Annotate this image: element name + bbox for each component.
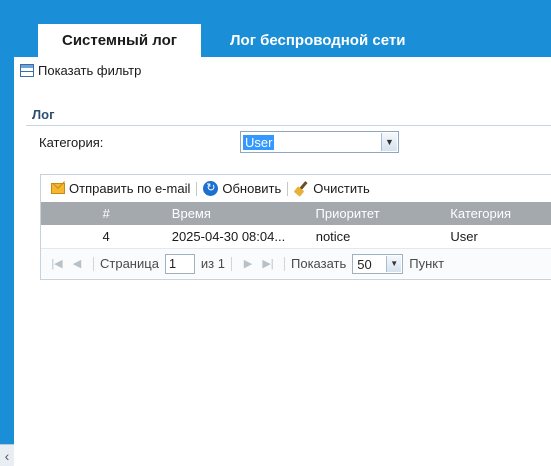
category-select[interactable]: User ▼	[240, 131, 399, 153]
pager-separator	[284, 256, 285, 271]
chevron-down-icon[interactable]: ▼	[386, 255, 402, 272]
prev-page-icon[interactable]: ◀	[67, 257, 87, 270]
pagination-bar: |◀ ◀ Страница из 1 ▶ ▶| Показать 50 ▼ Пу…	[41, 249, 551, 278]
show-filter-button[interactable]: Показать фильтр	[20, 61, 141, 79]
refresh-label: Обновить	[222, 181, 282, 196]
show-label: Показать	[291, 256, 347, 271]
send-email-label: Отправить по e-mail	[69, 181, 191, 196]
section-title: Лог	[32, 107, 55, 122]
table-row[interactable]: 4 2025-04-30 08:04... notice User	[41, 225, 551, 249]
category-selected-value: User	[243, 134, 275, 150]
clear-button[interactable]: Очистить	[290, 181, 374, 196]
unit-label: Пункт	[409, 256, 445, 271]
cell-time: 2025-04-30 08:04...	[171, 229, 286, 244]
mail-icon	[51, 183, 65, 194]
grid-toolbar: Отправить по e-mail ↻ Обновить Очистить	[41, 175, 551, 202]
column-header-category[interactable]: Категория	[394, 206, 551, 221]
chevron-down-icon[interactable]: ▼	[381, 133, 397, 151]
send-email-button[interactable]: Отправить по e-mail	[47, 181, 194, 196]
first-page-icon[interactable]: |◀	[47, 257, 67, 270]
cell-number: 4	[102, 229, 110, 244]
tab-system-log[interactable]: Системный лог	[38, 24, 201, 57]
left-sidebar-strip: ‹	[0, 0, 14, 466]
page-label: Страница	[100, 256, 159, 271]
cell-category: User	[450, 229, 478, 244]
page-number-input[interactable]	[164, 253, 195, 274]
refresh-icon: ↻	[203, 181, 219, 196]
pager-separator	[93, 256, 94, 271]
section-divider	[26, 125, 551, 126]
pager-separator	[231, 256, 232, 271]
page-size-select[interactable]: 50 ▼	[352, 253, 404, 274]
table-icon	[20, 63, 34, 77]
chevron-left-icon: ‹	[4, 447, 10, 464]
column-header-priority[interactable]: Приоритет	[260, 206, 395, 221]
toolbar-separator	[196, 181, 198, 196]
page-count-label: из 1	[200, 256, 225, 271]
column-header-number[interactable]: #	[41, 206, 120, 221]
log-grid-panel: Отправить по e-mail ↻ Обновить Очистить …	[40, 174, 551, 280]
refresh-button[interactable]: ↻ Обновить	[199, 181, 285, 196]
header-tab-bar: Системный лог Лог беспроводной сети	[14, 0, 551, 57]
show-filter-label: Показать фильтр	[38, 62, 142, 78]
collapse-sidebar-button[interactable]: ‹	[0, 444, 14, 466]
toolbar-separator	[287, 181, 289, 196]
grid-header-row: # Время Приоритет Категория	[41, 202, 551, 225]
column-header-time[interactable]: Время	[120, 206, 260, 221]
next-page-icon[interactable]: ▶	[238, 257, 258, 270]
last-page-icon[interactable]: ▶|	[258, 257, 278, 270]
tab-wireless-log[interactable]: Лог беспроводной сети	[230, 24, 405, 57]
cell-priority: notice	[315, 229, 351, 244]
page-size-value: 50	[357, 256, 372, 272]
broom-icon	[294, 181, 309, 196]
category-label: Категория:	[39, 135, 104, 150]
clear-label: Очистить	[313, 181, 370, 196]
